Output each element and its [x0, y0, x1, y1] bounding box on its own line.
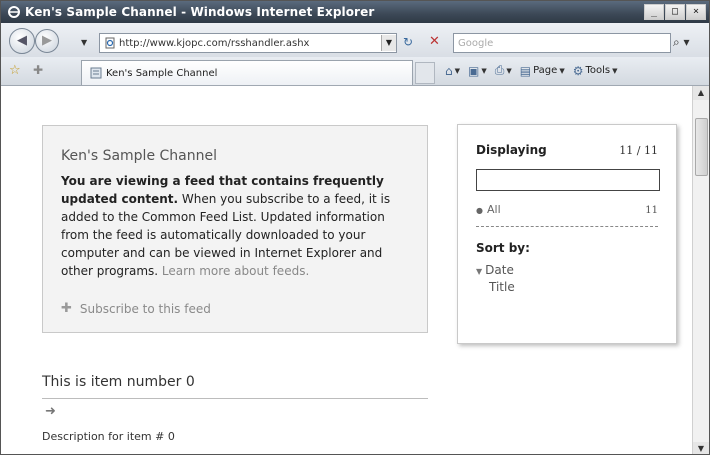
scroll-thumb[interactable] — [695, 118, 708, 176]
sort-date-label: Date — [485, 263, 514, 277]
subscribe-star-icon: ✚ — [61, 301, 72, 316]
add-favorites-icon[interactable]: ✚ — [33, 63, 43, 77]
displaying-label: Displaying — [476, 143, 547, 157]
learn-more-link[interactable]: Learn more about feeds. — [162, 264, 309, 278]
bullet-icon: ● — [476, 206, 483, 215]
favorites-star-icon[interactable]: ☆ — [9, 63, 21, 78]
all-filter[interactable]: ● All 11 — [476, 203, 658, 216]
sort-descending-icon: ▼ — [476, 267, 483, 276]
scroll-up-icon[interactable]: ▲ — [693, 86, 709, 100]
maximize-button[interactable]: □ — [665, 4, 685, 20]
page-menu-icon: ▤ — [519, 63, 532, 78]
feed-description: You are viewing a feed that contains fre… — [61, 172, 409, 280]
title-bar: Ken's Sample Channel - Windows Internet … — [1, 1, 709, 23]
home-icon: ⌂ — [445, 63, 453, 78]
forward-arrow-icon: ▶ — [42, 33, 52, 48]
address-bar[interactable]: http://www.kjopc.com/rsshandler.ashx ▼ — [99, 33, 397, 53]
page-menu-label: Page — [533, 65, 558, 76]
page-content: Ken's Sample Channel You are viewing a f… — [1, 86, 695, 454]
channel-title: Ken's Sample Channel — [61, 148, 217, 164]
minimize-button[interactable]: _ — [644, 4, 664, 20]
print-button[interactable]: ⎙ ▼ — [495, 63, 512, 78]
tab-label: Ken's Sample Channel — [106, 67, 218, 79]
tab-active[interactable]: Ken's Sample Channel — [81, 60, 413, 85]
tools-menu[interactable]: ⚙ Tools ▼ — [573, 64, 618, 78]
window-controls: _ □ × — [644, 4, 706, 20]
forward-button[interactable]: ▶ — [35, 29, 59, 53]
tab-bar: ☆ ✚ Ken's Sample Channel ⌂ ▼ ▣ ▼ ⎙ ▼ ▤ Page ▼… — [1, 57, 709, 86]
sort-option-title[interactable]: Title — [476, 280, 658, 294]
gear-icon: ⚙ — [572, 63, 584, 78]
item-arrow-icon[interactable]: ➜ — [45, 404, 56, 419]
all-label: All — [486, 203, 501, 216]
refresh-icon[interactable]: ↻ — [403, 35, 413, 49]
page-icon — [105, 37, 115, 49]
filter-input[interactable] — [476, 169, 660, 191]
browser-window: Ken's Sample Channel - Windows Internet … — [0, 0, 710, 455]
command-bar: ⌂ ▼ ▣ ▼ ⎙ ▼ ▤ Page ▼ ⚙ Tools ▼ — [445, 63, 618, 78]
item-divider — [42, 398, 428, 399]
back-arrow-icon: ◀ — [17, 33, 27, 48]
item-title[interactable]: This is item number 0 — [42, 374, 195, 390]
search-icon[interactable]: ⌕ ▾ — [673, 33, 701, 53]
history-dropdown-icon[interactable]: ▼ — [81, 38, 87, 47]
page-menu[interactable]: ▤ Page ▼ — [520, 64, 565, 78]
all-count: 11 — [645, 205, 658, 216]
sort-by-label: Sort by: — [476, 241, 530, 255]
feeds-icon: ▣ — [468, 63, 480, 78]
ie-logo-icon — [8, 6, 20, 18]
stop-icon[interactable]: ✕ — [429, 34, 440, 49]
window-title: Ken's Sample Channel - Windows Internet … — [25, 5, 375, 19]
feed-page-icon — [90, 67, 102, 79]
navigation-bar: ◀ ▶ ▼ http://www.kjopc.com/rsshandler.as… — [1, 23, 709, 58]
item-description: Description for item # 0 — [42, 430, 175, 443]
url-text[interactable]: http://www.kjopc.com/rsshandler.ashx — [119, 38, 381, 49]
filter-panel: Displaying 11 / 11 ● All 11 Sort by: ▼ Dat… — [457, 124, 677, 344]
display-count: 11 / 11 — [619, 144, 658, 157]
search-placeholder[interactable]: Google — [454, 38, 670, 49]
feed-info-box: Ken's Sample Channel You are viewing a f… — [42, 125, 428, 333]
search-box[interactable]: Google — [453, 33, 671, 53]
address-dropdown-icon[interactable]: ▼ — [381, 35, 396, 51]
sort-option-date[interactable]: ▼ Date — [476, 263, 658, 277]
close-button[interactable]: × — [686, 4, 706, 20]
print-icon: ⎙ — [494, 63, 505, 77]
subscribe-link[interactable]: ✚ Subscribe to this feed — [61, 301, 211, 316]
home-button[interactable]: ⌂ ▼ — [445, 64, 460, 78]
divider — [476, 226, 658, 227]
scroll-down-icon[interactable]: ▼ — [693, 442, 709, 454]
tools-menu-label: Tools — [585, 65, 611, 76]
feeds-button[interactable]: ▣ ▼ — [468, 64, 487, 78]
vertical-scrollbar[interactable]: ▲ ▼ — [692, 86, 709, 454]
back-button[interactable]: ◀ — [9, 28, 35, 54]
subscribe-label: Subscribe to this feed — [79, 301, 211, 316]
new-tab-button[interactable] — [415, 62, 435, 84]
